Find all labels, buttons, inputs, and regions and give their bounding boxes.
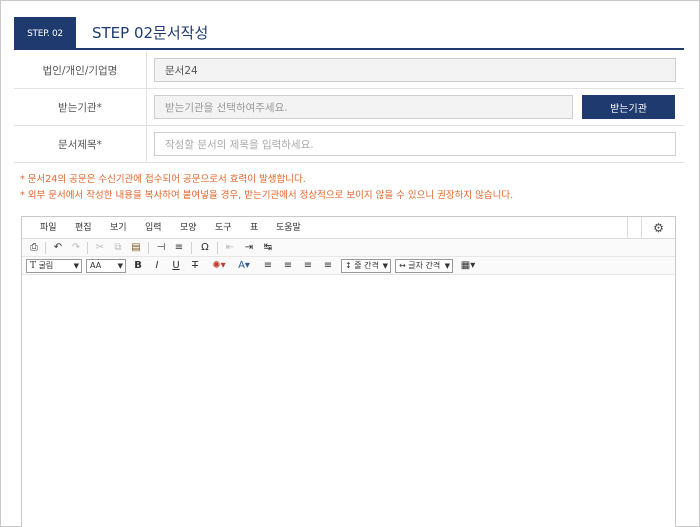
align-left-icon[interactable]: ≡ — [262, 259, 274, 273]
font-size-value: AA — [90, 261, 102, 270]
line-spacing-value: 줄 간격 — [354, 261, 379, 270]
menu-insert[interactable]: 입력 — [145, 217, 162, 239]
strikethrough-icon[interactable]: T — [189, 259, 201, 273]
font-family-select[interactable]: T 굴림 ▼ — [26, 259, 82, 273]
align-justify-icon[interactable]: ≡ — [322, 259, 334, 273]
copy-icon[interactable]: ⧉ — [111, 241, 125, 255]
underline-icon[interactable]: U — [170, 259, 182, 273]
letter-spacing-select[interactable]: ↔ 글자 간격 ▼ — [395, 259, 453, 273]
table-insert-icon[interactable]: ▦▾ — [459, 259, 477, 273]
strikeline-icon[interactable]: ⊣ — [154, 241, 168, 255]
editor-menubar: 파일 편집 보기 입력 모양 도구 표 도움말 ⚙ — [22, 217, 675, 239]
toolbar-divider — [45, 242, 46, 254]
undo-icon[interactable]: ↶ — [51, 241, 65, 255]
org-row: 법인/개인/기업명 문서24 — [14, 52, 684, 89]
horizontal-rule-icon[interactable]: ≡ — [172, 241, 186, 255]
chevron-down-icon: ▼ — [73, 262, 79, 270]
agency-label: 받는기관* — [14, 89, 147, 126]
menu-view[interactable]: 보기 — [110, 217, 127, 239]
page-title: STEP 02문서작성 — [92, 24, 209, 42]
paste-icon[interactable]: ▤ — [129, 241, 143, 255]
special-char-icon[interactable]: Ω — [198, 241, 212, 255]
agency-input[interactable]: 받는기관을 선택하여주세요. — [154, 95, 573, 119]
chevron-down-icon: ▼ — [444, 262, 450, 270]
toolbar-divider — [87, 242, 88, 254]
menu-help[interactable]: 도움말 — [276, 217, 301, 239]
chevron-down-icon: ▼ — [117, 262, 123, 270]
line-spacing-select[interactable]: ↕ 줄 간격 ▼ — [341, 259, 391, 273]
notice-item: * 문서24의 공문은 수신기관에 접수되어 공문으로서 효력이 발생합니다. — [20, 174, 306, 185]
font-size-select[interactable]: AA ▼ — [86, 259, 126, 273]
italic-icon[interactable]: I — [151, 259, 163, 273]
menu-format[interactable]: 모양 — [180, 217, 197, 239]
gear-icon[interactable]: ⚙ — [641, 217, 675, 239]
text-color-icon[interactable]: A▾ — [234, 259, 254, 273]
title-row: 문서제목* 작성할 문서의 제목을 입력하세요. — [14, 126, 684, 163]
menu-table[interactable]: 표 — [250, 217, 258, 239]
document-editor: 파일 편집 보기 입력 모양 도구 표 도움말 ⚙ ⎙ ↶ ↷ ✂ ⧉ ▤ ⊣ … — [21, 216, 676, 527]
toolbar-divider — [148, 242, 149, 254]
menu-tools[interactable]: 도구 — [215, 217, 232, 239]
menu-edit[interactable]: 편집 — [75, 217, 92, 239]
select-agency-button[interactable]: 받는기관 — [582, 95, 675, 119]
outdent-icon[interactable]: ⇤ — [223, 241, 237, 255]
title-input[interactable]: 작성할 문서의 제목을 입력하세요. — [154, 132, 676, 156]
agency-row: 받는기관* 받는기관을 선택하여주세요. 받는기관 — [14, 89, 684, 126]
align-right-icon[interactable]: ≡ — [302, 259, 314, 273]
notice-item: * 외부 문서에서 작성한 내용을 복사하여 붙여넣을 경우, 받는기관에서 정… — [20, 190, 514, 201]
editor-toolbar-1: ⎙ ↶ ↷ ✂ ⧉ ▤ ⊣ ≡ Ω ⇤ ⇥ ↹ — [22, 239, 675, 257]
editor-content-area[interactable] — [22, 276, 675, 527]
chevron-down-icon: ▼ — [382, 262, 388, 270]
redo-icon[interactable]: ↷ — [69, 241, 83, 255]
align-center-icon[interactable]: ≡ — [282, 259, 294, 273]
editor-toolbar-2: T 굴림 ▼ AA ▼ B I U T ✺▾ A▾ ≡ ≡ ≡ ≡ ↕ 줄 간격 ▼ … — [22, 257, 675, 275]
step-badge: STEP. 02 — [14, 17, 76, 50]
notice-list: * 문서24의 공문은 수신기관에 접수되어 공문으로서 효력이 발생합니다. … — [20, 172, 513, 204]
cut-icon[interactable]: ✂ — [93, 241, 107, 255]
org-label: 법인/개인/기업명 — [14, 52, 147, 89]
document-form: 법인/개인/기업명 문서24 받는기관* 받는기관을 선택하여주세요. 받는기관… — [14, 52, 684, 163]
menu-file[interactable]: 파일 — [40, 217, 57, 239]
step-header: STEP. 02 STEP 02문서작성 — [14, 17, 684, 50]
org-field: 문서24 — [154, 58, 676, 82]
toolbar-divider — [191, 242, 192, 254]
font-family-value: 굴림 — [38, 261, 54, 270]
highlight-color-icon[interactable]: ✺▾ — [209, 259, 229, 273]
bold-icon[interactable]: B — [132, 259, 144, 273]
print-icon[interactable]: ⎙ — [27, 241, 41, 255]
toolbar-divider — [217, 242, 218, 254]
indent-icon[interactable]: ⇥ — [242, 241, 256, 255]
menubar-divider — [627, 217, 641, 239]
letter-spacing-value: 글자 간격 — [408, 261, 441, 270]
tab-indent-icon[interactable]: ↹ — [261, 241, 275, 255]
title-label: 문서제목* — [14, 126, 147, 163]
